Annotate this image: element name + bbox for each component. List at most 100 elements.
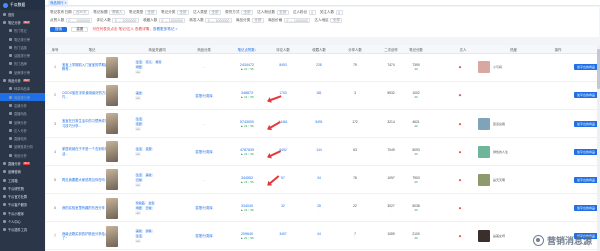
filter-input[interactable]: 0 — 1000000 bbox=[112, 18, 139, 24]
filter-input[interactable]: 0 — 1000000 bbox=[65, 18, 93, 24]
filter-input[interactable]: 请输入 bbox=[109, 10, 125, 16]
sidebar-item[interactable]: 种草商品库 bbox=[0, 85, 45, 93]
column-header[interactable]: 序号 bbox=[50, 45, 60, 54]
note-thumbnail[interactable] bbox=[106, 197, 118, 219]
filter-input[interactable]: 全部 bbox=[208, 10, 222, 16]
note-title-link[interactable]: 宝宝上学期前入门宝宝的早期启蒙教育... bbox=[62, 63, 112, 72]
sidebar-item[interactable]: 品牌排行榜 bbox=[0, 68, 45, 76]
avatar[interactable] bbox=[478, 173, 490, 186]
keyword-tag[interactable]: 生活 bbox=[135, 172, 143, 177]
column-header[interactable]: 收藏人数 bbox=[304, 45, 334, 54]
keyword-tag[interactable]: 家居 bbox=[135, 121, 143, 126]
note-title-link[interactable]: 宝宝在日常生活中的习惯养成与学习技巧分享... bbox=[62, 119, 112, 128]
more-tags-button[interactable]: ••• bbox=[135, 126, 141, 131]
author-name[interactable]: 小与妈 bbox=[493, 65, 502, 69]
filter-input[interactable]: 0 — 1000000 bbox=[158, 18, 186, 24]
sidebar-item[interactable]: 店铺分析 bbox=[0, 101, 45, 109]
keyword-tag[interactable]: 母婴 bbox=[135, 65, 143, 70]
keyword-tag[interactable]: 生活 bbox=[135, 147, 143, 152]
author-name[interactable]: 绿色的人生 bbox=[493, 150, 508, 154]
more-tags-button[interactable]: ••• bbox=[135, 95, 141, 100]
sidebar-item[interactable]: 千瓜研究院 bbox=[0, 184, 45, 192]
keyword-tag[interactable]: 化妆品 bbox=[135, 200, 146, 205]
column-header[interactable]: 评论人数 bbox=[268, 45, 298, 54]
column-header[interactable]: 热度 bbox=[501, 45, 526, 54]
filter-input[interactable]: 全部 bbox=[276, 10, 289, 16]
more-tags-button[interactable]: ••• bbox=[135, 70, 141, 75]
avatar[interactable] bbox=[478, 61, 490, 74]
keyword-tag[interactable]: 教育 bbox=[154, 60, 163, 65]
keyword-tag[interactable]: 家居 bbox=[144, 147, 153, 152]
sidebar-item[interactable]: 千瓜客户服务 bbox=[0, 201, 45, 209]
avatar[interactable] bbox=[478, 145, 490, 158]
keyword-tag[interactable]: 日常 bbox=[135, 177, 143, 182]
note-title-link[interactable]: OOOO姐在手机使用最好的方法技巧... bbox=[62, 91, 112, 100]
sidebar-item[interactable]: 热门话题 bbox=[0, 43, 45, 51]
keyword-tag[interactable]: 美妆 bbox=[144, 172, 153, 177]
keyword-tag[interactable]: 生活 bbox=[135, 233, 143, 238]
author-name[interactable]: 霸道总裁 bbox=[493, 122, 505, 126]
filter-input[interactable]: 0 — 1000000 bbox=[283, 18, 311, 24]
column-header[interactable]: 笔记 bbox=[62, 45, 122, 54]
add-platform-goods-button[interactable]: 加平台的商品 bbox=[574, 92, 599, 99]
sidebar-item[interactable]: 笔记分析 NEW bbox=[0, 18, 45, 26]
avatar[interactable] bbox=[478, 229, 490, 242]
keyword-tag[interactable]: 母婴 bbox=[135, 205, 143, 210]
author-cell[interactable] bbox=[478, 82, 548, 109]
filter-input[interactable]: 0 bbox=[308, 10, 316, 16]
column-header[interactable]: 二次创作 bbox=[376, 45, 406, 54]
column-header[interactable]: 分享人数 bbox=[340, 45, 370, 54]
keyword-tag[interactable]: 育儿 bbox=[144, 60, 153, 65]
sidebar-item[interactable]: 直播商品 bbox=[0, 110, 45, 118]
note-thumbnail[interactable] bbox=[106, 57, 118, 78]
column-header[interactable]: 商品关键词 bbox=[135, 45, 179, 54]
sidebar-item[interactable]: 直播电商 bbox=[0, 134, 45, 142]
author-cell[interactable]: 小与妈 bbox=[478, 54, 548, 81]
sidebar-item[interactable]: 千瓜小程序 bbox=[0, 209, 45, 217]
sidebar-item[interactable]: 千瓜插件工具 bbox=[0, 226, 45, 234]
reset-button[interactable]: 重置 bbox=[71, 26, 89, 32]
add-platform-goods-button[interactable]: 加平台的商品 bbox=[574, 176, 599, 183]
keyword-tag[interactable]: 生活 bbox=[135, 60, 143, 65]
author-cell[interactable]: 是天天啊 bbox=[478, 166, 548, 193]
more-tags-button[interactable]: ••• bbox=[135, 238, 141, 243]
note-title-link[interactable]: 我的实验室里有趣的东西分享 bbox=[62, 206, 105, 210]
avatar[interactable] bbox=[478, 201, 490, 214]
sidebar-item[interactable]: 个人中心 bbox=[0, 217, 45, 225]
search-button[interactable]: 搜索 bbox=[50, 26, 68, 32]
avatar[interactable] bbox=[478, 89, 490, 102]
add-platform-goods-button[interactable]: 加平台的商品 bbox=[574, 204, 599, 211]
column-header[interactable]: 笔记点赞数↓ bbox=[226, 45, 268, 54]
sidebar-item[interactable]: 品牌投放分析 bbox=[0, 143, 45, 151]
keyword-tag[interactable]: 美食 bbox=[135, 90, 143, 95]
sidebar-item[interactable]: 品牌营销 bbox=[0, 168, 45, 176]
sidebar-item[interactable]: 话题排行榜 bbox=[0, 51, 45, 59]
note-thumbnail[interactable] bbox=[106, 169, 118, 191]
author-name[interactable]: 是美女呀 bbox=[493, 234, 505, 238]
keyword-tag[interactable]: 护肤 bbox=[144, 228, 153, 233]
keyword-tag[interactable]: 美妆 bbox=[135, 228, 143, 233]
tab-goods-rank[interactable]: 商品排行 × bbox=[48, 0, 69, 5]
avatar[interactable] bbox=[478, 117, 490, 130]
filter-hint-link[interactable]: 查看更多笔记 > bbox=[153, 27, 178, 31]
note-thumbnail[interactable] bbox=[106, 225, 118, 247]
sidebar-item[interactable]: 工具箱 bbox=[0, 176, 45, 184]
sidebar-item[interactable]: 千瓜官方社群 bbox=[0, 193, 45, 201]
add-platform-goods-button[interactable]: 加平台的商品 bbox=[574, 148, 599, 155]
keyword-tag[interactable]: 生活 bbox=[135, 116, 143, 121]
filter-input[interactable]: 0 bbox=[335, 10, 343, 16]
sidebar-item[interactable]: 热门品牌 bbox=[0, 60, 45, 68]
filter-input[interactable]: 全部 bbox=[251, 18, 264, 24]
keyword-tag[interactable]: 女生 bbox=[147, 200, 156, 205]
filter-input[interactable]: 0 — 1000000 bbox=[205, 18, 232, 24]
author-cell[interactable] bbox=[478, 195, 548, 222]
author-cell[interactable]: 霸道总裁 bbox=[478, 110, 548, 137]
add-platform-goods-button[interactable]: 加平台的商品 bbox=[574, 64, 599, 71]
more-tags-button[interactable]: ••• bbox=[135, 210, 141, 215]
sidebar-item[interactable]: 商品排行榜 bbox=[0, 92, 45, 102]
sidebar-item[interactable]: 竞品分析 bbox=[0, 151, 45, 159]
note-title-link[interactable]: 家居收纳在于不是一个去到你的生活... bbox=[62, 147, 112, 156]
author-name[interactable]: 是天天啊 bbox=[493, 178, 505, 182]
note-thumbnail[interactable] bbox=[106, 113, 118, 135]
more-tags-button[interactable]: ••• bbox=[135, 152, 141, 157]
